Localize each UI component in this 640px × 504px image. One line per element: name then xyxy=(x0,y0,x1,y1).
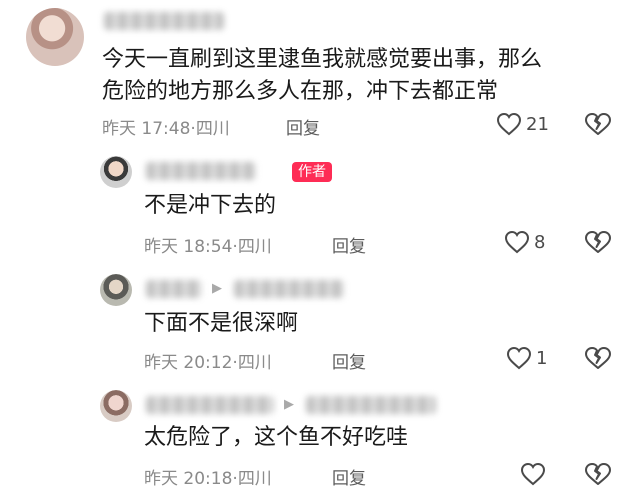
comment-meta: 昨天 20:18·四川 xyxy=(144,464,272,489)
reply-button[interactable]: 回复 xyxy=(332,348,366,373)
comment-meta: 昨天 20:12·四川 xyxy=(144,348,272,373)
reply-button[interactable]: 回复 xyxy=(332,232,366,257)
comment-text-line-2: 危险的地方那么多人在那，冲下去都正常 xyxy=(102,79,499,104)
location: 四川 xyxy=(237,469,272,489)
location: 四川 xyxy=(237,237,272,257)
timestamp: 昨天 18:54 xyxy=(144,237,233,257)
reply-button[interactable]: 回复 xyxy=(332,464,366,489)
heart-outline-icon xyxy=(496,112,522,136)
reply-to-arrow-icon: ▶ xyxy=(284,397,294,412)
avatar[interactable] xyxy=(26,8,84,66)
broken-heart-icon xyxy=(585,347,611,369)
broken-heart-icon xyxy=(585,231,611,253)
reply-target-blurred[interactable] xyxy=(234,280,344,298)
heart-outline-icon xyxy=(520,462,546,486)
timestamp: 昨天 20:12 xyxy=(144,353,233,373)
dislike-button[interactable] xyxy=(584,230,612,254)
dislike-button[interactable] xyxy=(584,112,612,136)
avatar[interactable] xyxy=(100,156,132,188)
reply-button[interactable]: 回复 xyxy=(286,114,320,139)
comment-meta: 昨天 18:54·四川 xyxy=(144,232,272,257)
username-blurred[interactable] xyxy=(104,12,224,30)
like-button[interactable] xyxy=(520,462,550,486)
comment-4: ▶ 太危险了，这个鱼不好吃哇 昨天 20:18·四川 回复 xyxy=(0,386,640,504)
reply-target-blurred[interactable] xyxy=(306,396,436,414)
timestamp: 昨天 17:48 xyxy=(102,119,191,139)
username-blurred[interactable] xyxy=(146,280,202,298)
like-count: 1 xyxy=(536,347,548,369)
like-count: 21 xyxy=(526,113,549,135)
like-count: 8 xyxy=(534,231,546,253)
dislike-button[interactable] xyxy=(584,462,612,486)
timestamp: 昨天 20:18 xyxy=(144,469,233,489)
username-blurred[interactable] xyxy=(146,396,274,414)
location: 四川 xyxy=(237,353,272,373)
username-blurred[interactable] xyxy=(146,162,256,180)
heart-outline-icon xyxy=(506,346,532,370)
heart-outline-icon xyxy=(504,230,530,254)
dislike-button[interactable] xyxy=(584,346,612,370)
avatar[interactable] xyxy=(100,390,132,422)
comment-2: 作者 不是冲下去的 昨天 18:54·四川 回复 8 xyxy=(0,150,640,260)
broken-heart-icon xyxy=(585,463,611,485)
comment-text: 太危险了，这个鱼不好吃哇 xyxy=(144,425,409,450)
avatar[interactable] xyxy=(100,274,132,306)
broken-heart-icon xyxy=(585,113,611,135)
location: 四川 xyxy=(195,119,230,139)
like-button[interactable]: 1 xyxy=(506,346,547,370)
comment-1: 今天一直刷到这里逮鱼我就感觉要出事，那么 危险的地方那么多人在那，冲下去都正常 … xyxy=(0,0,640,140)
comment-3: ▶ 下面不是很深啊 昨天 20:12·四川 回复 1 xyxy=(0,268,640,378)
like-button[interactable]: 21 xyxy=(496,112,549,136)
reply-to-arrow-icon: ▶ xyxy=(212,281,222,296)
like-button[interactable]: 8 xyxy=(504,230,545,254)
comment-text: 下面不是很深啊 xyxy=(144,311,299,336)
comment-text-line-1: 今天一直刷到这里逮鱼我就感觉要出事，那么 xyxy=(102,47,543,72)
comment-text: 不是冲下去的 xyxy=(144,193,277,218)
comment-meta: 昨天 17:48·四川 xyxy=(102,114,230,139)
author-badge: 作者 xyxy=(292,162,332,182)
